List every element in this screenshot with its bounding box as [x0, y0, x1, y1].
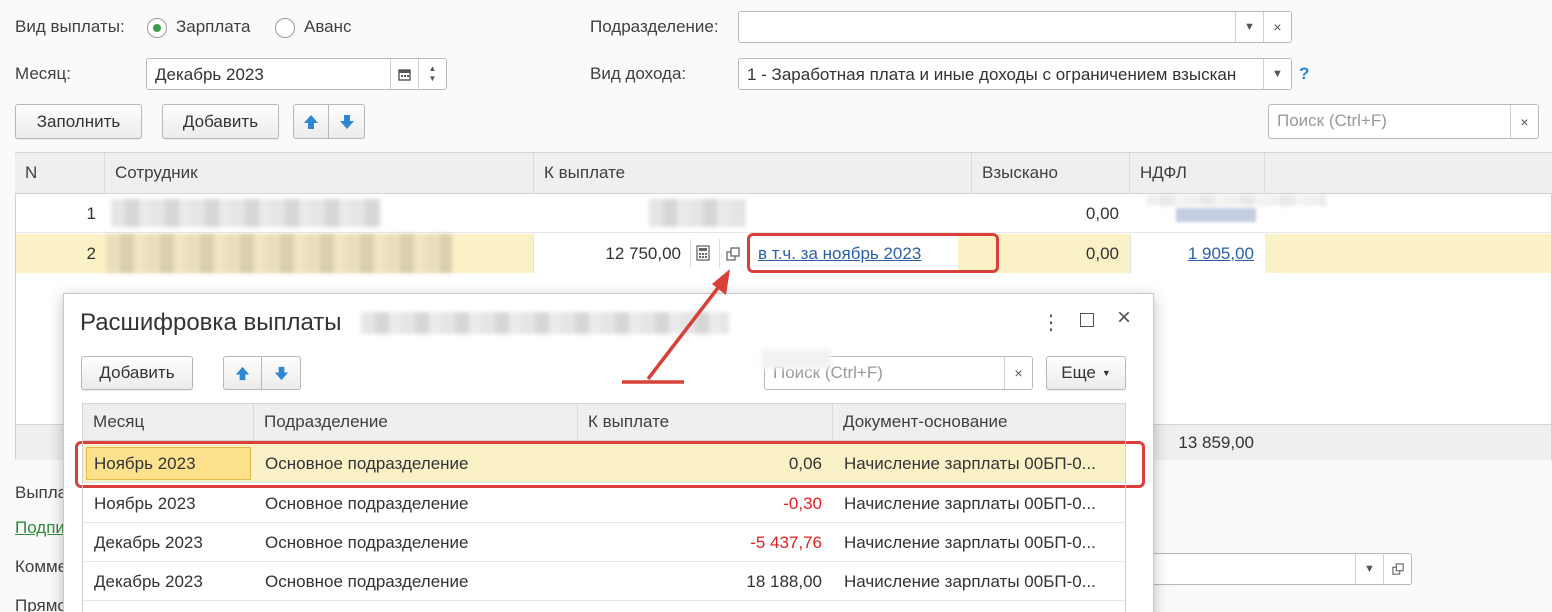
- row-document: Начисление зарплаты 00БП-0...: [844, 493, 1096, 513]
- row-department: Основное подразделение: [265, 493, 469, 513]
- behind-label-1: Выпла: [15, 483, 68, 502]
- income-type-label: Вид дохода:: [590, 64, 687, 83]
- month-label: Месяц:: [15, 64, 71, 83]
- fill-button[interactable]: Заполнить: [15, 104, 142, 139]
- dialog-col-document[interactable]: Документ-основание: [833, 404, 1127, 440]
- dialog-move-down-button[interactable]: [262, 356, 301, 390]
- payment-type-label: Вид выплаты:: [15, 17, 125, 36]
- income-type-value: 1 - Заработная плата и иные доходы с огр…: [747, 65, 1237, 84]
- maximize-icon[interactable]: [1080, 313, 1094, 327]
- behind-label-2: Комме: [15, 557, 68, 576]
- highlight-box-link: [747, 233, 999, 273]
- month-field[interactable]: Декабрь 2023 ▲ ▼: [146, 58, 447, 90]
- behind-label-3: Прямо: [15, 596, 67, 612]
- annotation-arrow: [622, 269, 730, 384]
- dialog-search-clear-icon[interactable]: ×: [1004, 357, 1032, 389]
- col-ndfl[interactable]: НДФЛ: [1130, 153, 1265, 193]
- dialog-move-up-button[interactable]: [223, 356, 262, 390]
- row-department: Основное подразделение: [265, 532, 469, 552]
- move-down-button[interactable]: [329, 104, 365, 139]
- help-icon[interactable]: ?: [1299, 64, 1309, 84]
- row-month: Декабрь 2023: [94, 532, 203, 552]
- advance-radio[interactable]: [275, 18, 295, 38]
- income-type-field[interactable]: 1 - Заработная плата и иные доходы с огр…: [738, 58, 1292, 90]
- calendar-icon[interactable]: [390, 59, 418, 89]
- highlight-box-row: [75, 441, 1145, 488]
- payout-redacted: [649, 199, 745, 227]
- row-month: Ноябрь 2023: [94, 493, 196, 513]
- col-employee[interactable]: Сотрудник: [105, 153, 534, 193]
- row-month: Декабрь 2023: [94, 571, 203, 591]
- search-placeholder: Поиск (Ctrl+F): [1277, 111, 1387, 130]
- comment-dropdown-icon[interactable]: ▼: [1355, 554, 1383, 584]
- dialog-table-header: Месяц Подразделение К выплате Документ-о…: [82, 403, 1126, 441]
- main-table-header: N Сотрудник К выплате Взыскано НДФЛ: [15, 152, 1552, 194]
- move-up-button[interactable]: [293, 104, 329, 139]
- add-button[interactable]: Добавить: [162, 104, 279, 139]
- chevron-down-icon: ▼: [1101, 368, 1111, 378]
- row-amount: 18 188,00: [746, 571, 822, 591]
- row-amount: -5 437,76: [750, 532, 822, 552]
- more-vertical-icon[interactable]: ⋮: [1041, 310, 1061, 335]
- dialog-row[interactable]: Декабрь 2023 Основное подразделение 18 1…: [82, 562, 1126, 601]
- employee-name-redacted: [111, 199, 381, 227]
- dialog-col-month[interactable]: Месяц: [83, 404, 254, 440]
- col-recovered[interactable]: Взыскано: [972, 153, 1130, 193]
- income-type-dropdown-icon[interactable]: ▼: [1263, 59, 1291, 89]
- arrow-down-icon: [339, 114, 354, 129]
- row-amount: -0,30: [783, 493, 822, 513]
- month-spinner-icon[interactable]: ▲ ▼: [418, 59, 446, 89]
- dialog-more-button[interactable]: Еще ▼: [1046, 356, 1126, 390]
- dialog-col-department[interactable]: Подразделение: [254, 404, 578, 440]
- dialog-add-button[interactable]: Добавить: [81, 356, 193, 390]
- table-row[interactable]: 1 0,00: [16, 194, 1551, 233]
- ndfl-redacted-top: [1146, 194, 1326, 206]
- ndfl-link[interactable]: 1 905,00: [1134, 234, 1254, 273]
- dialog-row[interactable]: Ноябрь 2023 Основное подразделение -0,30…: [82, 484, 1126, 523]
- search-clear-icon[interactable]: ×: [1510, 105, 1538, 138]
- dialog-row[interactable]: Декабрь 2023 Основное подразделение -5 4…: [82, 523, 1126, 562]
- dialog-title: Расшифровка выплаты: [80, 309, 342, 336]
- employee-name-redacted: [106, 234, 452, 273]
- department-dropdown-icon[interactable]: ▼: [1235, 12, 1263, 42]
- close-icon[interactable]: ×: [1117, 306, 1131, 330]
- comment-open-icon[interactable]: [1383, 554, 1411, 584]
- ndfl-redacted: [1176, 208, 1256, 222]
- search-input[interactable]: Поиск (Ctrl+F) ×: [1268, 104, 1539, 139]
- more-button-label: Еще: [1061, 363, 1096, 382]
- recovered-value: 0,00: [1085, 203, 1119, 223]
- salary-radio-label: Зарплата: [176, 17, 251, 36]
- col-n[interactable]: N: [15, 153, 105, 193]
- search-redacted: [761, 349, 831, 369]
- row-number: 1: [86, 203, 96, 223]
- comment-field[interactable]: ▼: [1150, 553, 1412, 585]
- row-document: Начисление зарплаты 00БП-0...: [844, 532, 1096, 552]
- arrow-up-icon: [304, 114, 318, 129]
- department-clear-icon[interactable]: ×: [1263, 12, 1291, 42]
- salary-radio[interactable]: [147, 18, 167, 38]
- row-document: Начисление зарплаты 00БП-0...: [844, 571, 1096, 591]
- department-field[interactable]: ▼ ×: [738, 11, 1292, 43]
- arrow-up-icon: [235, 366, 250, 380]
- row-department: Основное подразделение: [265, 571, 469, 591]
- arrow-down-icon: [274, 366, 288, 380]
- row-number: 2: [86, 243, 96, 263]
- department-label: Подразделение:: [590, 17, 719, 36]
- behind-link[interactable]: Подпи: [15, 518, 65, 538]
- month-value: Декабрь 2023: [155, 65, 264, 84]
- advance-radio-label: Аванс: [304, 17, 352, 36]
- col-payout[interactable]: К выплате: [534, 153, 972, 193]
- dialog-col-amount[interactable]: К выплате: [578, 404, 833, 440]
